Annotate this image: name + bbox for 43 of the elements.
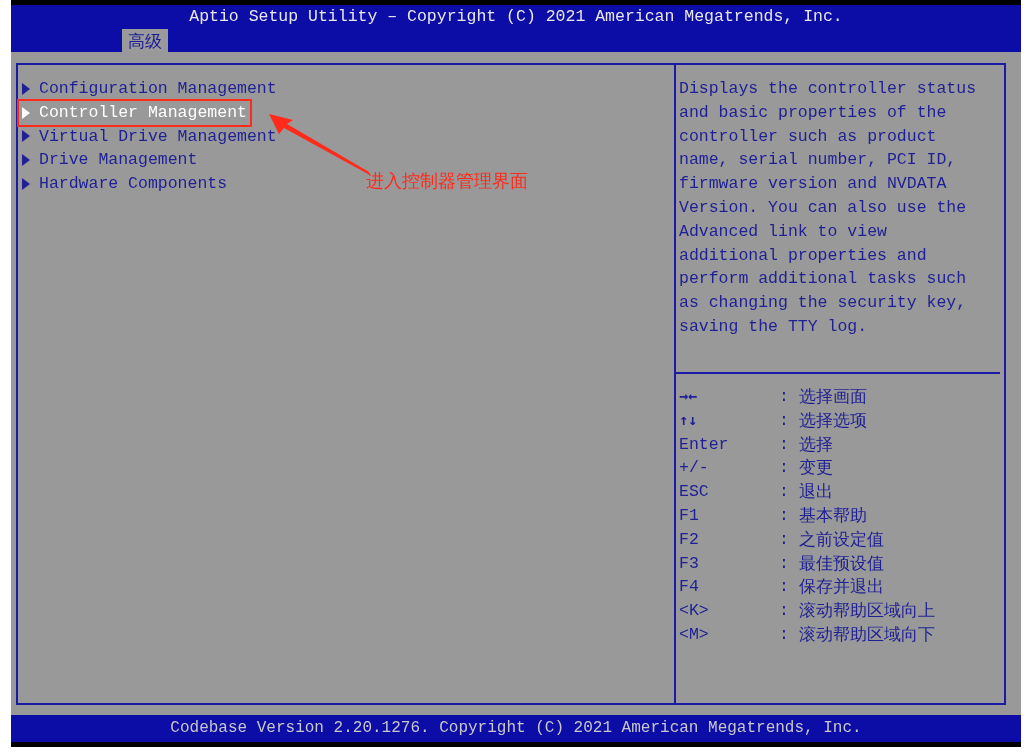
key-description: 滚动帮助区域向下 [799,622,936,646]
key-separator: : [779,409,790,432]
annotation-text: 进入控制器管理界面 [366,169,528,193]
help-text: Displays the controller status and basic properties of the controller such as product name, serial number, PCI ID, firmware version and NVDATA Version. You can also use the Advanced link to view additional properties and perform additional tasks such as changing the security key, saving the TTY log. [678,78,978,338]
key-separator: : [779,552,790,575]
key-label: ESC [679,481,710,504]
key-description: 选择选项 [799,408,868,432]
key-description: 基本帮助 [799,504,868,527]
key-label: F4 [679,576,700,599]
key-description: 保存并退出 [799,575,885,599]
key-label: <M> [679,623,710,646]
menu-item[interactable]: Virtual Drive Management [19,124,280,149]
tab[interactable]: 高级 [122,29,168,52]
key-label: F1 [679,505,700,527]
key-label: ↑↓ [679,409,699,431]
key-separator: : [779,623,790,646]
key-separator: : [779,505,790,527]
key-separator: : [779,481,790,504]
key-label: →← [679,386,699,407]
key-description: 滚动帮助区域向上 [799,599,936,623]
key-label: F3 [679,552,700,575]
menu-item[interactable]: Controller Management [19,100,250,125]
key-separator: : [779,386,790,408]
key-separator: : [779,528,790,551]
key-description: 选择 [799,432,834,456]
key-separator: : [779,576,790,599]
key-description: 最佳预设值 [799,551,885,575]
key-description: 选择画面 [799,385,868,408]
key-label: Enter [679,433,730,456]
key-label: F2 [679,528,700,551]
key-label: +/- [679,457,710,480]
key-description: 变更 [799,456,834,480]
key-description: 之前设定值 [799,527,885,551]
footer-bar: Codebase Version 2.20.1276. Copyright (C) 2021 American Megatrends, Inc. [11,715,1021,742]
key-label: <K> [679,600,710,623]
key-separator: : [779,433,790,456]
menu-item[interactable]: Drive Management [19,148,201,173]
key-separator: : [779,600,790,623]
key-description: 退出 [799,480,834,504]
window-title: Aptio Setup Utility – Copyright (C) 2021 American Megatrends, Inc. [188,6,844,27]
menu-item[interactable]: Hardware Components [19,172,231,196]
key-separator: : [779,457,790,480]
menu-item[interactable]: Configuration Management [19,77,280,101]
